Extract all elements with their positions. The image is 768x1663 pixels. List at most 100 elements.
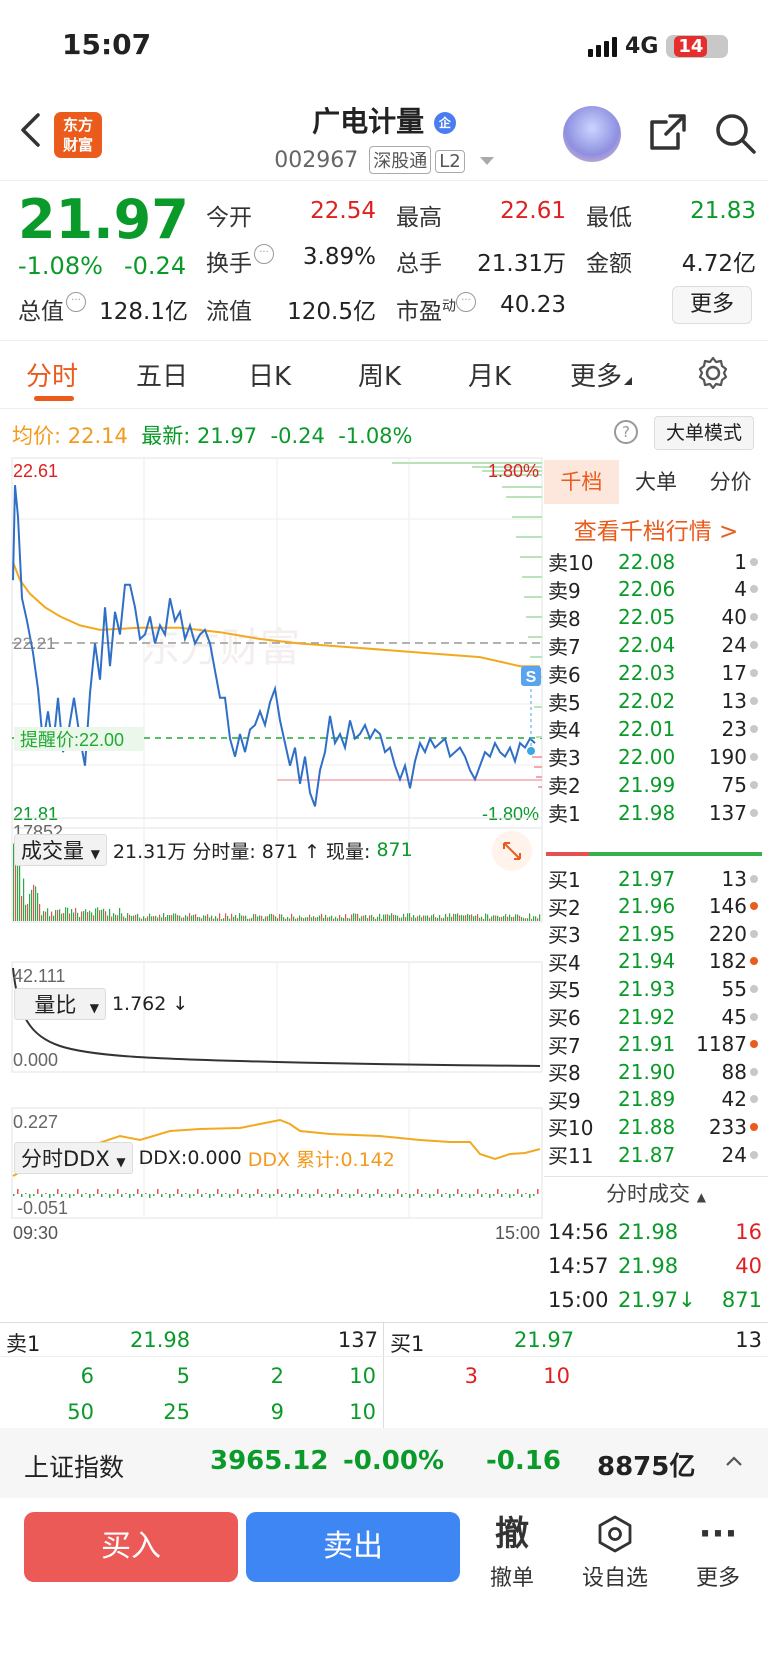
cancel-order-button[interactable]: 撤 撤单 (474, 1512, 550, 1592)
ask-row[interactable]: 卖10 22.08 1 (548, 547, 762, 576)
volume-bar (221, 919, 222, 921)
ask-row[interactable]: 卖6 22.03 17 (548, 659, 762, 688)
turnover-label-text: 换手 (206, 251, 252, 277)
ddx-bar (521, 1194, 523, 1197)
more-quote-button[interactable]: 更多 (672, 286, 752, 324)
volume-bar (31, 890, 32, 921)
bid-row[interactable]: 买5 21.93 55 (548, 974, 762, 1003)
volume-bar (283, 917, 284, 921)
buy-button[interactable]: 买入 (24, 1512, 238, 1582)
bid-row[interactable]: 买10 21.88 233 (548, 1112, 762, 1141)
bid-row[interactable]: 买3 21.95 220 (548, 919, 762, 948)
tag-level2: L2 (435, 150, 464, 173)
trades-header[interactable]: 分时成交 ▲ (544, 1178, 768, 1208)
more-actions-button[interactable]: ··· 更多 (682, 1512, 754, 1592)
ask-row[interactable]: 卖7 22.04 24 (548, 631, 762, 660)
more-dots-icon: ··· (682, 1512, 754, 1556)
depth-bar (530, 656, 542, 658)
divider (544, 1176, 768, 1177)
tab-monthly-k[interactable]: 月K (468, 356, 511, 393)
order-dot-icon (750, 613, 762, 621)
tab-full-depth[interactable]: 千档 (544, 460, 619, 504)
bid-volume: 1187 (680, 1032, 747, 1056)
ask-row[interactable]: 卖1 21.98 137 (548, 798, 762, 827)
queue-cell: 50 (44, 1400, 94, 1424)
bid-volume: 55 (680, 977, 747, 1001)
tab-intraday[interactable]: 分时 (26, 356, 78, 393)
volume-bar (273, 915, 274, 921)
bid-price: 21.96 (612, 894, 680, 918)
ddx-bar (413, 1194, 415, 1196)
bid-row[interactable]: 买4 21.94 182 (548, 947, 762, 976)
volume-bar (313, 916, 314, 921)
bid-row[interactable]: 买7 21.91 1187 (548, 1030, 762, 1059)
bid-row[interactable]: 买9 21.89 42 (548, 1085, 762, 1114)
tab-daily-k[interactable]: 日K (248, 356, 291, 393)
bid-row[interactable]: 买6 21.92 45 (548, 1002, 762, 1031)
volume-bar (507, 917, 508, 921)
help-icon[interactable]: ? (614, 420, 638, 444)
trade-time: 15:00 (548, 1288, 618, 1312)
tab-more[interactable]: 更多 (570, 356, 632, 393)
volume-bar (531, 919, 532, 921)
bid-price: 21.93 (612, 977, 680, 1001)
volume-bar (261, 916, 262, 921)
volume-bar (25, 905, 26, 921)
info-icon[interactable]: ··· (66, 292, 86, 312)
ddx-bar (361, 1194, 363, 1197)
volume-bar (229, 919, 230, 921)
ddx-bar (289, 1194, 291, 1198)
bid-level: 买4 (548, 947, 612, 976)
volume-bar (417, 916, 418, 921)
bid-row[interactable]: 买8 21.90 88 (548, 1057, 762, 1086)
ddx-bar (53, 1194, 55, 1196)
ddx-bar (149, 1194, 151, 1198)
bid-row[interactable]: 买2 21.96 146 (548, 892, 762, 921)
volume-indicator-dropdown[interactable]: 成交量 ▼ (14, 834, 107, 866)
share-icon[interactable] (648, 112, 688, 152)
tab-weekly-k[interactable]: 周K (358, 356, 401, 393)
ddx-bar (153, 1194, 155, 1196)
ddx-bar (345, 1193, 347, 1194)
ask-row[interactable]: 卖2 21.99 75 (548, 770, 762, 799)
assistant-avatar[interactable] (563, 106, 621, 162)
volume-bar (321, 914, 322, 921)
ddx-bar (461, 1194, 463, 1197)
add-watchlist-button[interactable]: 设自选 (572, 1512, 658, 1592)
bid-row[interactable]: 买11 21.87 24 (548, 1140, 762, 1169)
info-icon[interactable]: ··· (254, 244, 274, 264)
ask-level: 卖10 (548, 547, 612, 576)
search-icon[interactable] (714, 112, 758, 156)
volume-bar (121, 913, 122, 921)
ask-row[interactable]: 卖9 22.06 4 (548, 575, 762, 604)
sell-button[interactable]: 卖出 (246, 1512, 460, 1582)
tab-big-orders[interactable]: 大单 (619, 460, 694, 504)
ddx-indicator-dropdown[interactable]: 分时DDX ▼ (14, 1142, 133, 1174)
ask-price: 22.02 (612, 689, 680, 713)
volume-bar (177, 915, 178, 921)
ask-row[interactable]: 卖5 22.02 13 (548, 687, 762, 716)
bid-row[interactable]: 买1 21.97 13 (548, 864, 762, 893)
tab-price-dist[interactable]: 分价 (693, 460, 768, 504)
ddx-bar (425, 1193, 427, 1194)
bid-price: 21.94 (612, 949, 680, 973)
volume-bar (209, 917, 210, 921)
ask-row[interactable]: 卖4 22.01 23 (548, 714, 762, 743)
ask-row[interactable]: 卖8 22.05 40 (548, 603, 762, 632)
ddx-bar (489, 1194, 491, 1198)
index-ticker-bar[interactable]: 上证指数 3965.12 -0.00% -0.16 8875亿 (0, 1428, 768, 1498)
ask-row[interactable]: 卖3 22.00 190 (548, 742, 762, 771)
ddx-bar (397, 1189, 399, 1194)
volume-bar (53, 916, 54, 921)
settings-icon[interactable] (696, 356, 730, 390)
tab-five-day[interactable]: 五日 (136, 356, 188, 393)
info-icon[interactable]: ··· (456, 292, 476, 312)
view-full-depth-link[interactable]: 查看千档行情 > (544, 512, 768, 546)
ratio-indicator-dropdown[interactable]: 量比 ▼ (14, 988, 106, 1020)
bid-level: 买11 (548, 1140, 612, 1169)
ddx-bar (81, 1194, 83, 1197)
caret-down-icon: ▼ (116, 1155, 125, 1169)
volume-bar (449, 913, 450, 921)
big-order-mode-button[interactable]: 大单模式 (654, 416, 754, 450)
volume-bar (357, 914, 358, 921)
